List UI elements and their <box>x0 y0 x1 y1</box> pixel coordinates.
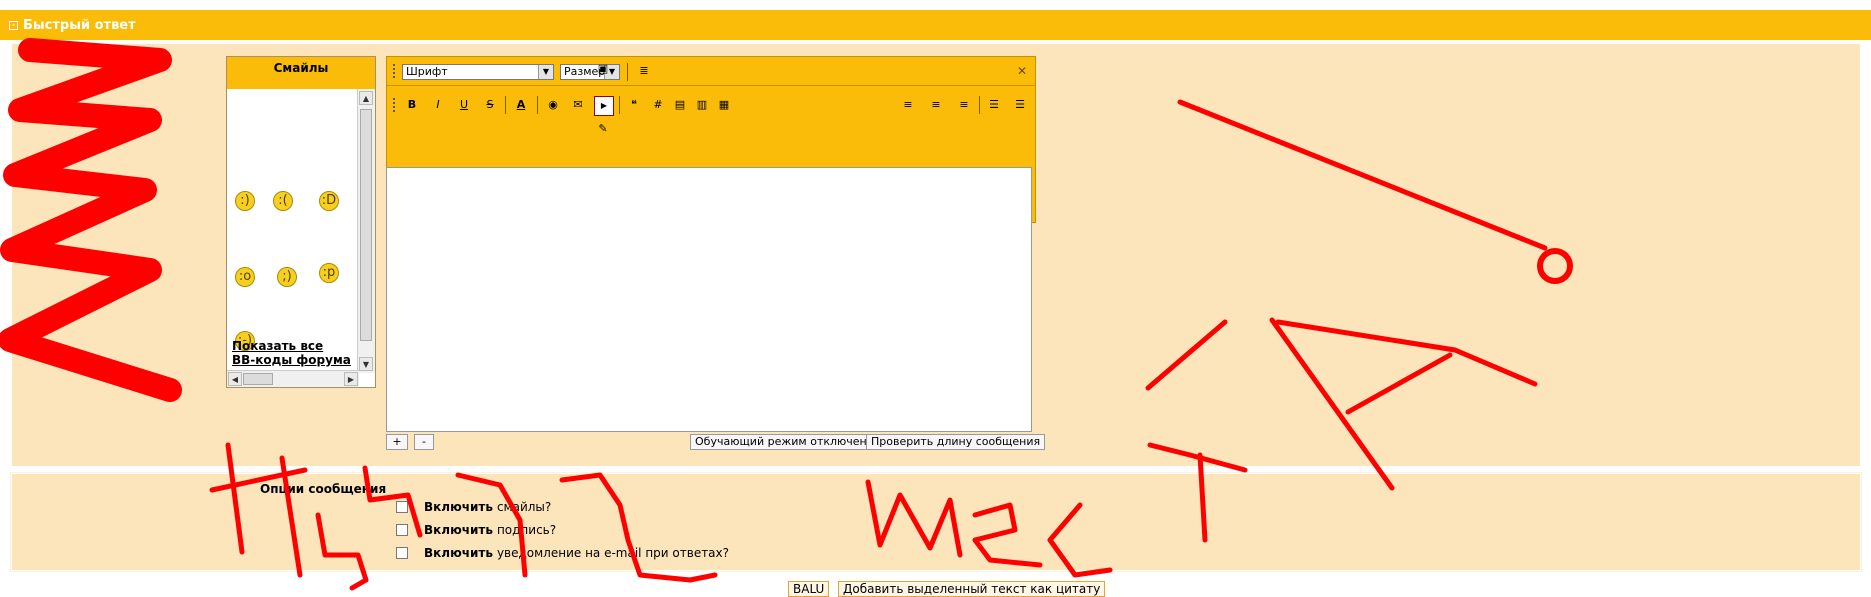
scroll-thumb-h[interactable] <box>243 373 273 385</box>
smiley-icon[interactable]: :) <box>235 191 255 211</box>
smiley-icon[interactable]: ;) <box>277 267 297 287</box>
pencil-icon[interactable]: ✎ <box>594 120 612 138</box>
check-length-button[interactable]: Проверить длину сообщения <box>866 434 1046 450</box>
smiley-icon[interactable]: :o <box>235 267 255 287</box>
email-notify-checkbox[interactable] <box>396 547 408 559</box>
toolbar-separator <box>979 96 980 114</box>
tutorial-mode-button[interactable]: Обучающий режим отключен <box>690 434 872 450</box>
font-select-value: Шрифт <box>406 65 448 78</box>
toolbar-separator <box>505 96 506 114</box>
option-text: смайлы? <box>496 500 552 514</box>
smilies-title: Смайлы <box>227 57 375 89</box>
scroll-right-icon[interactable]: ▶ <box>344 372 358 386</box>
option-bold: Включить <box>424 546 493 560</box>
smiley-icon[interactable]: :D <box>319 191 339 211</box>
ordered-list-icon[interactable]: ☰ <box>985 96 1003 114</box>
scroll-left-icon[interactable]: ◀ <box>228 372 242 386</box>
youtube-icon[interactable]: ▶ <box>594 96 614 116</box>
option-signature[interactable]: Включить подпись? <box>396 523 556 537</box>
editor-toolbar-top: Шрифт ▼ Размер ▼ ≣ ✕ <box>386 56 1036 86</box>
toolbar-grip-icon[interactable] <box>393 64 398 78</box>
paragraph-format-icon[interactable]: ≣ <box>635 62 653 80</box>
hash-icon[interactable]: # <box>649 96 667 114</box>
scroll-thumb[interactable] <box>360 109 372 341</box>
header-title: Быстрый ответ <box>23 17 136 33</box>
smiley-icon[interactable]: :( <box>273 191 293 211</box>
message-textarea[interactable] <box>386 167 1032 432</box>
option-email-notify[interactable]: Включить уведомление на e-mail при ответ… <box>396 546 729 560</box>
align-left-icon[interactable]: ≡ <box>899 96 917 114</box>
message-editor: Шрифт ▼ Размер ▼ ≣ ✕ B I U S A ◉ ✉ ▶ ▣ ✎… <box>386 56 1036 432</box>
strikethrough-button[interactable]: S <box>481 96 499 114</box>
smilies-checkbox[interactable] <box>396 501 408 513</box>
quick-reply-header[interactable]: - Быстрый ответ <box>0 10 1871 40</box>
close-icon[interactable]: ✕ <box>1017 64 1027 78</box>
signature-checkbox[interactable] <box>396 524 408 536</box>
image-icon[interactable]: ▣ <box>594 60 612 78</box>
link-icon[interactable]: ◉ <box>544 96 562 114</box>
toolbar-separator <box>619 96 620 114</box>
diff-icon[interactable]: ▦ <box>715 96 733 114</box>
collapse-icon[interactable]: - <box>9 20 18 30</box>
bold-button[interactable]: B <box>403 96 421 114</box>
unordered-list-icon[interactable]: ☰ <box>1011 96 1029 114</box>
email-icon[interactable]: ✉ <box>569 96 587 114</box>
option-smilies[interactable]: Включить смайлы? <box>396 500 551 514</box>
horizontal-scrollbar[interactable]: ◀ ▶ <box>227 370 359 387</box>
align-right-icon[interactable]: ≡ <box>955 96 973 114</box>
quote-icon[interactable]: ❝ <box>625 96 643 114</box>
show-all-link[interactable]: Показать все BB-коды форума <box>232 339 351 367</box>
toolbar-separator <box>537 96 538 114</box>
resize-minus-button[interactable]: - <box>414 434 434 450</box>
show-all-line2[interactable]: BB-коды форума <box>232 353 351 367</box>
scroll-down-icon[interactable]: ▼ <box>359 357 373 371</box>
scroll-up-icon[interactable]: ▲ <box>359 91 373 105</box>
toolbar-grip-icon[interactable] <box>393 98 398 112</box>
text-color-icon[interactable]: A <box>512 96 530 114</box>
toolbar-separator <box>627 63 628 81</box>
option-bold: Включить <box>424 500 493 514</box>
options-title: Опции сообщения <box>260 482 387 496</box>
vertical-scrollbar[interactable]: ▲ ▼ <box>357 89 375 373</box>
italic-button[interactable]: I <box>429 96 447 114</box>
code-icon[interactable]: ▤ <box>671 96 689 114</box>
option-text: уведомление на e-mail при ответах? <box>496 546 730 560</box>
show-all-line1[interactable]: Показать все <box>232 339 351 353</box>
align-center-icon[interactable]: ≡ <box>927 96 945 114</box>
option-text: подпись? <box>496 523 557 537</box>
underline-button[interactable]: U <box>455 96 473 114</box>
resize-plus-button[interactable]: + <box>386 434 408 450</box>
font-select[interactable]: Шрифт ▼ <box>402 64 554 80</box>
chevron-down-icon[interactable]: ▼ <box>538 65 553 79</box>
option-bold: Включить <box>424 523 493 537</box>
smilies-box: Смайлы :) :( :D :o ;) :p :-) Показать вс… <box>226 56 376 388</box>
spoiler-icon[interactable]: ▥ <box>693 96 711 114</box>
smiley-icon[interactable]: :p <box>319 263 339 283</box>
